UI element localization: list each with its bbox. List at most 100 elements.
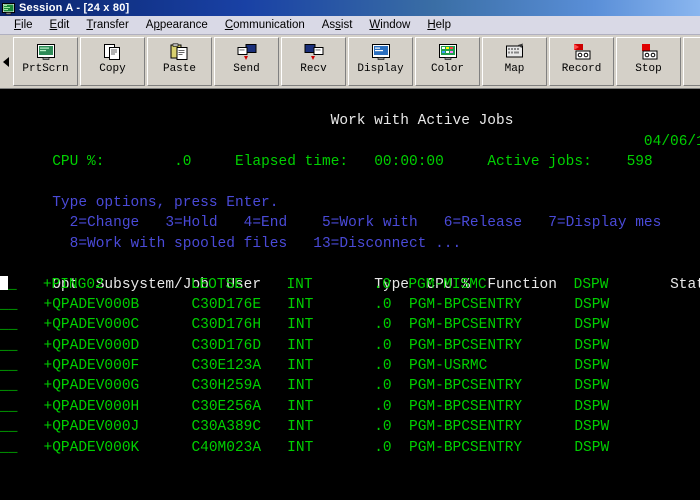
job-rows-container: _ +PING02 LEOTSE INT .0 PGM-MISMC DSPW __… bbox=[0, 275, 700, 459]
job-cpu: .0 bbox=[339, 337, 392, 354]
menu-transfer[interactable]: Transfer bbox=[78, 18, 137, 32]
table-row[interactable]: __ +QPADEV000K C40M023A INT .0 PGM-BPCSE… bbox=[0, 438, 700, 458]
menu-bar: File Edit Transfer Appearance Communicat… bbox=[0, 16, 700, 35]
job-opt-underscore: __ bbox=[0, 419, 18, 436]
toolbar-scroll-left-icon[interactable] bbox=[0, 35, 12, 88]
job-opt-field[interactable]: __ bbox=[0, 399, 17, 415]
terminal-screen[interactable]: Work with Active Jobs 04/06/11 CPU %: .0… bbox=[0, 89, 700, 500]
terminal-line-command-label: Parameters or command bbox=[0, 478, 700, 498]
title-bar[interactable]: Session A - [24 x 80] bbox=[0, 0, 700, 16]
table-row[interactable]: _ +PING02 LEOTSE INT .0 PGM-MISMC DSPW bbox=[0, 275, 700, 295]
job-function: PGM-BPCSENTRY bbox=[409, 398, 575, 415]
table-row[interactable]: __ +QPADEV000G C30H259A INT .0 PGM-BPCSE… bbox=[0, 376, 700, 396]
job-name: +QPADEV000J bbox=[43, 419, 192, 436]
job-status: DSPW bbox=[574, 337, 610, 354]
toolbar-button-play[interactable]: Play bbox=[683, 37, 700, 86]
job-cpu: .0 bbox=[339, 378, 392, 395]
menu-appearance[interactable]: Appearance bbox=[138, 18, 217, 32]
job-user: C30A389C bbox=[191, 419, 288, 436]
color-icon bbox=[437, 42, 459, 62]
job-type: INT bbox=[287, 337, 340, 354]
toolbar-button-recv[interactable]: Recv bbox=[281, 37, 346, 86]
job-opt-field[interactable]: __ bbox=[0, 297, 17, 313]
job-name: +QPADEV000K bbox=[43, 439, 192, 456]
toolbar-button-record-label: Record bbox=[561, 63, 602, 75]
window-title: Session A - [24 x 80] bbox=[19, 2, 130, 14]
job-opt-field[interactable]: __ bbox=[0, 338, 17, 354]
job-name: +QPADEV000C bbox=[43, 317, 192, 334]
job-type: INT bbox=[287, 439, 340, 456]
table-row[interactable]: __ +QPADEV000J C30A389C INT .0 PGM-BPCSE… bbox=[0, 417, 700, 437]
job-user: C40M023A bbox=[191, 439, 288, 456]
job-status: DSPW bbox=[574, 358, 610, 375]
menu-edit[interactable]: Edit bbox=[42, 18, 79, 32]
job-name: +PING02 bbox=[42, 276, 191, 293]
toolbar-button-copy[interactable]: Copy bbox=[80, 37, 145, 86]
job-user: C30D176E bbox=[191, 296, 288, 313]
job-cpu: .0 bbox=[339, 398, 392, 415]
menu-help[interactable]: Help bbox=[419, 18, 460, 32]
table-row[interactable]: __ +QPADEV000B C30D176E INT .0 PGM-BPCSE… bbox=[0, 295, 700, 315]
job-opt-underscore: __ bbox=[0, 296, 18, 313]
menu-window[interactable]: Window bbox=[361, 18, 419, 32]
job-function: PGM-USRMC bbox=[409, 358, 575, 375]
table-row[interactable]: __ +QPADEV000H C30E256A INT .0 PGM-BPCSE… bbox=[0, 397, 700, 417]
job-opt-underscore: __ bbox=[0, 378, 18, 395]
menu-assist[interactable]: Assist bbox=[314, 18, 362, 32]
terminal-line-options-2: 8=Work with spooled files 13=Disconnect … bbox=[0, 213, 700, 252]
job-function: PGM-BPCSENTRY bbox=[409, 419, 575, 436]
toolbar-button-paste[interactable]: Paste bbox=[147, 37, 212, 86]
job-opt-field[interactable]: _ bbox=[0, 275, 17, 293]
job-opt-field[interactable]: __ bbox=[0, 440, 17, 456]
job-cpu: .0 bbox=[338, 276, 391, 293]
terminal-blank-3 bbox=[0, 458, 700, 478]
job-opt-underscore: _ bbox=[8, 276, 17, 293]
toolbar-button-prtscrn[interactable]: PrtScrn bbox=[13, 37, 78, 86]
job-status: DSPW bbox=[574, 317, 610, 334]
print-screen-icon bbox=[35, 42, 57, 62]
job-opt-field[interactable]: __ bbox=[0, 317, 17, 333]
toolbar-button-map[interactable]: Map bbox=[482, 37, 547, 86]
job-function: PGM-BPCSENTRY bbox=[409, 296, 575, 313]
terminal-blank-2 bbox=[0, 234, 700, 254]
job-opt-field[interactable]: __ bbox=[0, 378, 17, 394]
toolbar-button-color[interactable]: Color bbox=[415, 37, 480, 86]
menu-communication[interactable]: Communication bbox=[217, 18, 314, 32]
receive-file-icon bbox=[303, 42, 325, 62]
terminal-line-title: Work with Active Jobs bbox=[0, 91, 700, 129]
toolbar-button-color-label: Color bbox=[430, 63, 464, 75]
table-row[interactable]: __ +QPADEV000C C30D176H INT .0 PGM-BPCSE… bbox=[0, 315, 700, 335]
paste-icon bbox=[169, 42, 191, 62]
job-opt-field[interactable]: __ bbox=[0, 419, 17, 435]
job-status: DSPW bbox=[574, 398, 610, 415]
job-type: INT bbox=[287, 378, 340, 395]
send-file-icon bbox=[236, 42, 258, 62]
toolbar-button-send[interactable]: Send bbox=[214, 37, 279, 86]
table-row[interactable]: __ +QPADEV000D C30D176D INT .0 PGM-BPCSE… bbox=[0, 336, 700, 356]
job-opt-field[interactable]: __ bbox=[0, 358, 17, 374]
toolbar-button-display[interactable]: Display bbox=[348, 37, 413, 86]
toolbar-button-stop[interactable]: Stop bbox=[616, 37, 681, 86]
job-opt-underscore: __ bbox=[0, 358, 18, 375]
toolbar-button-record[interactable]: Record bbox=[549, 37, 614, 86]
emulator-window: Session A - [24 x 80] File Edit Transfer… bbox=[0, 0, 700, 500]
job-name: +QPADEV000G bbox=[43, 378, 192, 395]
toolbar-button-send-label: Send bbox=[233, 63, 260, 75]
terminal-line-date: 04/06/11 bbox=[0, 111, 700, 150]
toolbar-button-copy-label: Copy bbox=[99, 63, 126, 75]
job-type: INT bbox=[286, 276, 339, 293]
job-status: DSPW bbox=[574, 439, 610, 456]
menu-file[interactable]: File bbox=[6, 18, 42, 32]
table-row[interactable]: __ +QPADEV000F C30E123A INT .0 PGM-USRMC… bbox=[0, 356, 700, 376]
